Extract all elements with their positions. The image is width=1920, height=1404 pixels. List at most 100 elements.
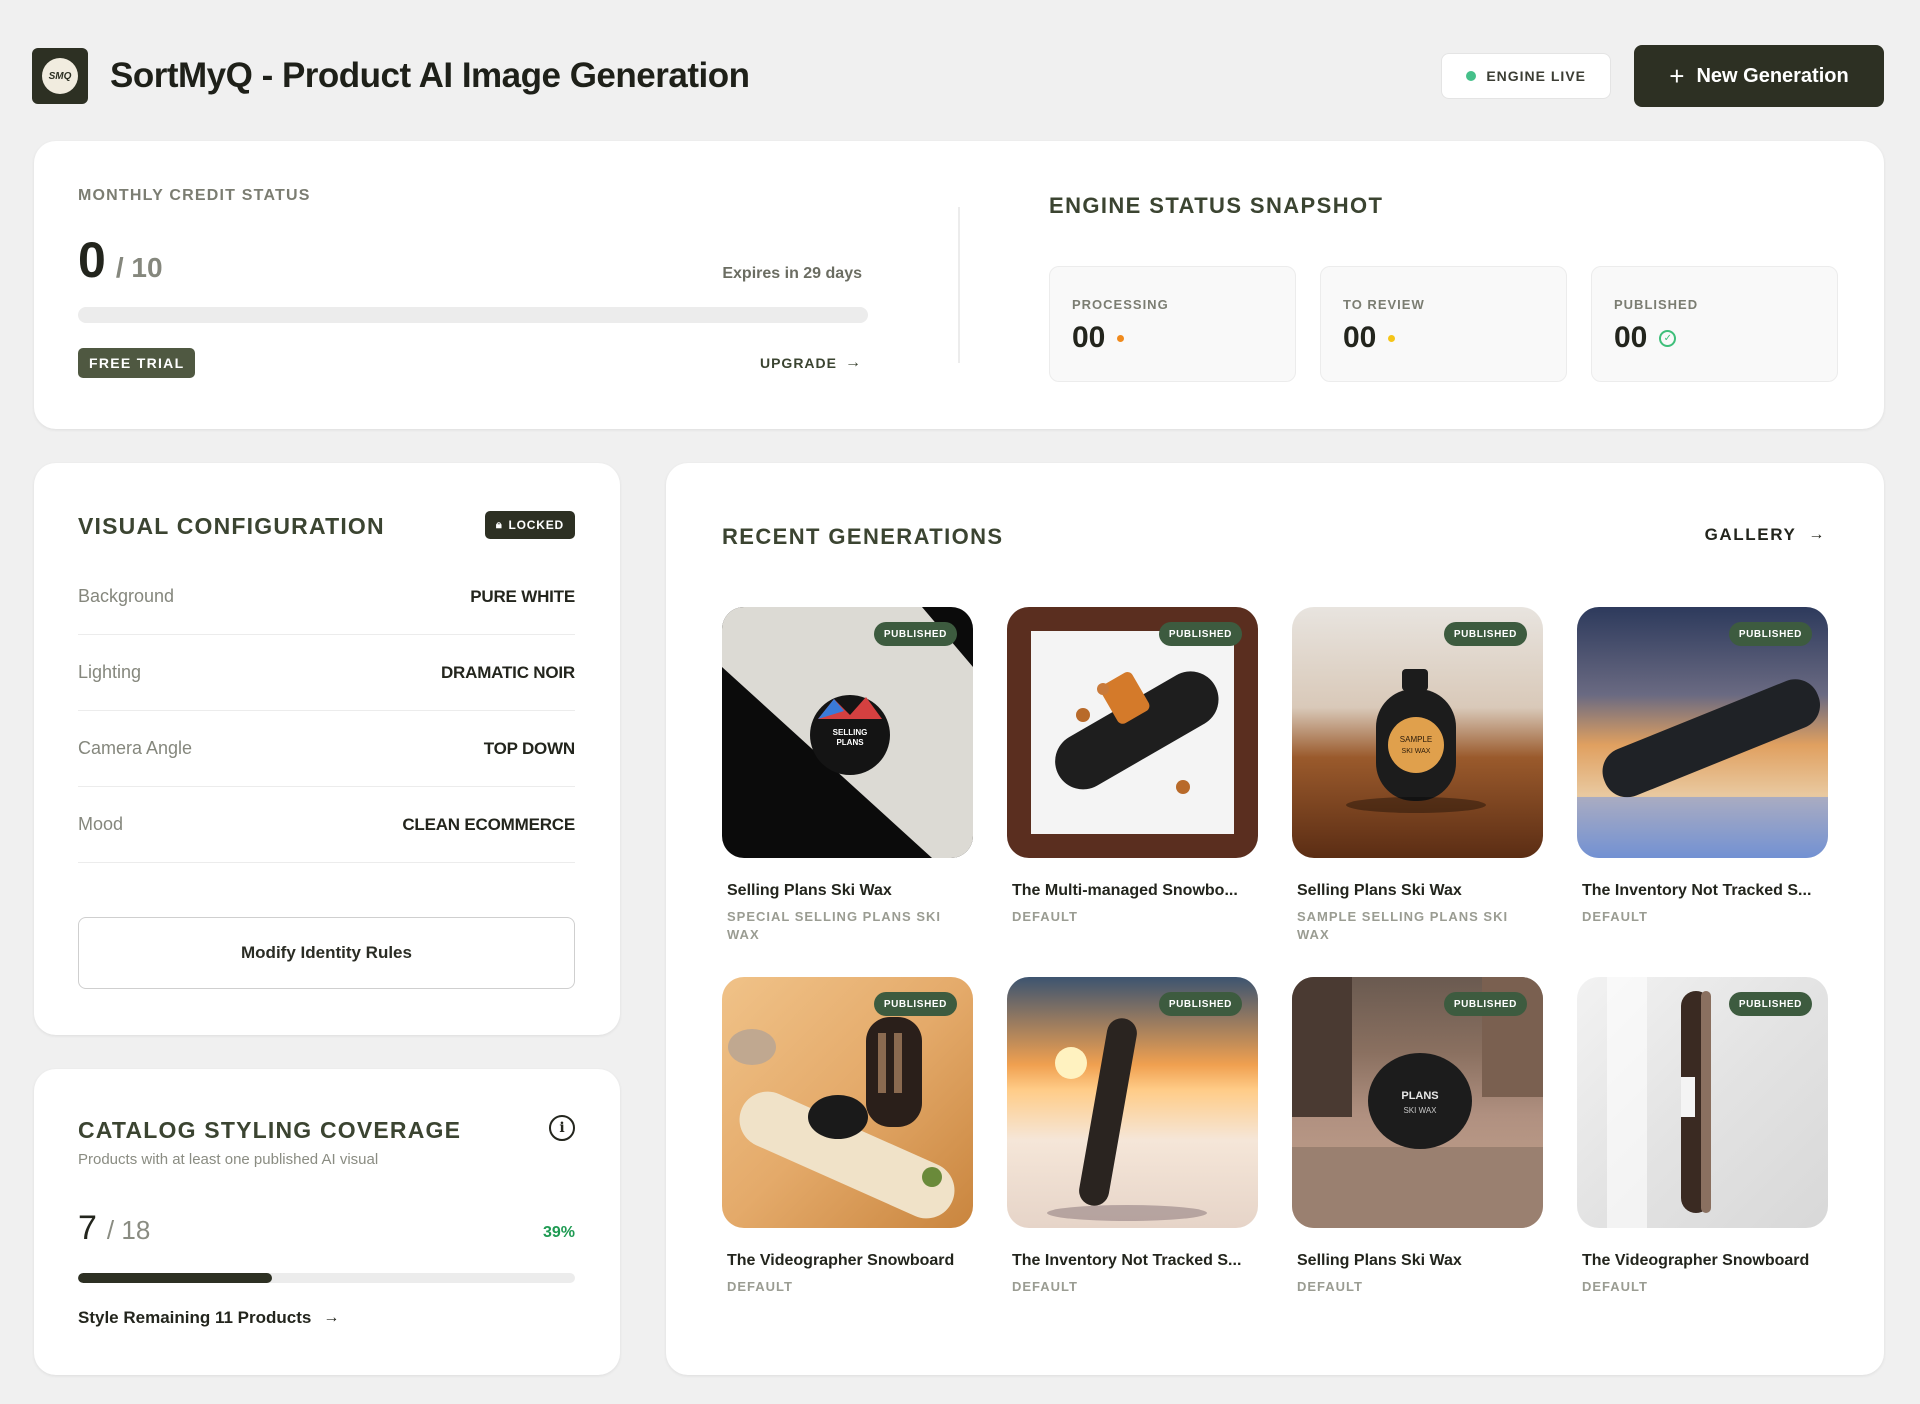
plus-icon: + — [1669, 61, 1685, 91]
generation-name: The Inventory Not Tracked S... — [1582, 882, 1812, 899]
check-circle-icon: ✓ — [1659, 329, 1677, 347]
stat-published: PUBLISHED 00 ✓ — [1591, 266, 1838, 382]
svg-text:SAMPLE: SAMPLE — [1400, 735, 1432, 744]
stat-value: 00 ✓ — [1614, 321, 1677, 355]
coverage-total: / 18 — [106, 1215, 151, 1245]
header-actions: ENGINE LIVE + New Generation — [1441, 45, 1884, 107]
stat-label: PROCESSING — [1072, 297, 1169, 312]
stat-label: TO REVIEW — [1343, 297, 1425, 312]
credits-used: 0 — [78, 232, 106, 288]
plan-badge: FREE TRIAL — [78, 348, 196, 378]
config-row-camera-angle: Camera Angle TOP DOWN — [78, 711, 575, 787]
generation-tile[interactable]: PLANS SKI WAX PUBLISHED Selling Plans Sk… — [1292, 977, 1543, 1296]
engine-status-label: ENGINE LIVE — [1486, 68, 1586, 84]
published-badge: PUBLISHED — [1443, 992, 1527, 1016]
coverage-title: CATALOG STYLING COVERAGE — [78, 1117, 462, 1143]
generation-variant: DEFAULT — [1582, 1279, 1648, 1294]
credits-total: / 10 — [115, 252, 163, 283]
generation-name: Selling Plans Ski Wax — [1297, 882, 1462, 899]
generation-thumbnail[interactable]: PUBLISHED — [722, 977, 973, 1228]
generation-tile[interactable]: PUBLISHED The Videographer Snowboard DEF… — [722, 977, 973, 1296]
generation-variant: DEFAULT — [1297, 1279, 1363, 1294]
config-key: Background — [78, 586, 175, 606]
lock-icon: 🔒︎ — [495, 518, 503, 531]
svg-text:PLANS: PLANS — [1401, 1090, 1438, 1102]
generation-thumbnail[interactable]: PUBLISHED — [1007, 607, 1258, 858]
upgrade-label: UPGRADE — [759, 355, 837, 371]
config-value: TOP DOWN — [483, 738, 575, 758]
generation-variant: SAMPLE SELLING PLANS SKI WAX — [1297, 909, 1509, 942]
generation-thumbnail[interactable]: PUBLISHED — [1577, 607, 1828, 858]
generation-name: The Inventory Not Tracked S... — [1012, 1252, 1242, 1269]
stat-to-review: TO REVIEW 00 — [1320, 266, 1567, 382]
generation-variant: SPECIAL SELLING PLANS SKI WAX — [727, 909, 942, 942]
generation-thumbnail[interactable]: PLANS SKI WAX PUBLISHED — [1292, 977, 1543, 1228]
config-value: DRAMATIC NOIR — [440, 662, 575, 682]
recent-generations-title: RECENT GENERATIONS — [722, 524, 1004, 549]
generation-name: Selling Plans Ski Wax — [727, 882, 892, 899]
generation-name: The Multi-managed Snowbo... — [1012, 882, 1238, 899]
style-remaining-link[interactable]: Style Remaining 11 Products → — [78, 1308, 339, 1328]
app-header: SMQ SortMyQ - Product AI Image Generatio… — [32, 44, 1884, 108]
coverage-value: 7 / 18 — [78, 1209, 150, 1248]
coverage-progress-fill — [78, 1273, 272, 1283]
gallery-label: GALLERY — [1704, 525, 1797, 544]
generation-name: The Videographer Snowboard — [1582, 1252, 1810, 1269]
stat-processing: PROCESSING 00 — [1049, 266, 1296, 382]
generation-tile[interactable]: PUBLISHED The Inventory Not Tracked S...… — [1007, 977, 1258, 1296]
generation-variant: DEFAULT — [727, 1279, 793, 1294]
credit-status-card: MONTHLY CREDIT STATUS 0 / 10 Expires in … — [34, 141, 1884, 429]
catalog-coverage-card: CATALOG STYLING COVERAGE i Products with… — [34, 1069, 620, 1375]
logo-mark: SMQ — [42, 58, 78, 94]
generation-thumbnail[interactable]: SELLING PLANS PUBLISHED — [722, 607, 973, 858]
generation-variant: DEFAULT — [1582, 909, 1648, 924]
config-row-background: Background PURE WHITE — [78, 559, 575, 635]
brand-logo[interactable]: SMQ — [32, 48, 88, 104]
svg-text:PLANS: PLANS — [836, 738, 864, 747]
generation-tile[interactable]: SAMPLE SKI WAX PUBLISHED Selling Plans S… — [1292, 607, 1543, 944]
generation-thumbnail[interactable]: PUBLISHED — [1577, 977, 1828, 1228]
arrow-right-icon: → — [845, 354, 862, 371]
generation-tile[interactable]: PUBLISHED The Inventory Not Tracked S...… — [1577, 607, 1828, 926]
recent-generations-card: RECENT GENERATIONS GALLERY → SELLING PLA… — [666, 463, 1884, 1375]
svg-text:SELLING: SELLING — [833, 728, 868, 737]
generation-variant: DEFAULT — [1012, 909, 1078, 924]
generation-tile[interactable]: PUBLISHED The Multi-managed Snowbo... DE… — [1007, 607, 1258, 926]
published-badge: PUBLISHED — [1728, 992, 1812, 1016]
config-key: Camera Angle — [78, 738, 193, 758]
svg-text:SKI WAX: SKI WAX — [1402, 748, 1431, 755]
arrow-right-icon: → — [1808, 526, 1826, 543]
coverage-subtitle: Products with at least one published AI … — [78, 1151, 379, 1168]
locked-label: LOCKED — [508, 518, 564, 532]
stat-label: PUBLISHED — [1614, 297, 1699, 312]
upgrade-link[interactable]: UPGRADE → — [760, 354, 862, 372]
generation-thumbnail[interactable]: SAMPLE SKI WAX PUBLISHED — [1292, 607, 1543, 858]
generation-thumbnail[interactable]: PUBLISHED — [1007, 977, 1258, 1228]
generation-name: The Videographer Snowboard — [727, 1252, 955, 1269]
coverage-progress-bar — [78, 1273, 575, 1283]
new-generation-button[interactable]: + New Generation — [1634, 45, 1884, 107]
stat-number: 00 — [1072, 321, 1106, 354]
published-badge: PUBLISHED — [1158, 992, 1242, 1016]
config-row-mood: Mood CLEAN ECOMMERCE — [78, 787, 575, 863]
engine-status-pill: ENGINE LIVE — [1441, 53, 1611, 99]
stat-value: 00 — [1072, 321, 1125, 355]
generation-tile[interactable]: SELLING PLANS PUBLISHED Selling Plans Sk… — [722, 607, 973, 944]
arrow-right-icon: → — [323, 1309, 340, 1326]
stat-number: 00 — [1343, 321, 1377, 354]
info-icon[interactable]: i — [549, 1115, 575, 1141]
coverage-count: 7 — [78, 1209, 97, 1247]
generation-tile[interactable]: PUBLISHED The Videographer Snowboard DEF… — [1577, 977, 1828, 1296]
style-remaining-label: Style Remaining 11 Products — [78, 1308, 312, 1327]
credit-value: 0 / 10 — [78, 231, 163, 289]
modify-identity-rules-button[interactable]: Modify Identity Rules — [78, 917, 575, 989]
published-badge: PUBLISHED — [1158, 622, 1242, 646]
config-value: PURE WHITE — [470, 586, 575, 606]
visual-config-title: VISUAL CONFIGURATION — [78, 513, 385, 539]
live-dot-icon — [1466, 71, 1477, 81]
published-badge: PUBLISHED — [1728, 622, 1812, 646]
config-row-lighting: Lighting DRAMATIC NOIR — [78, 635, 575, 711]
generation-name: Selling Plans Ski Wax — [1297, 1252, 1462, 1269]
engine-snapshot-title: ENGINE STATUS SNAPSHOT — [1049, 193, 1384, 218]
gallery-link[interactable]: GALLERY → — [1705, 525, 1826, 545]
